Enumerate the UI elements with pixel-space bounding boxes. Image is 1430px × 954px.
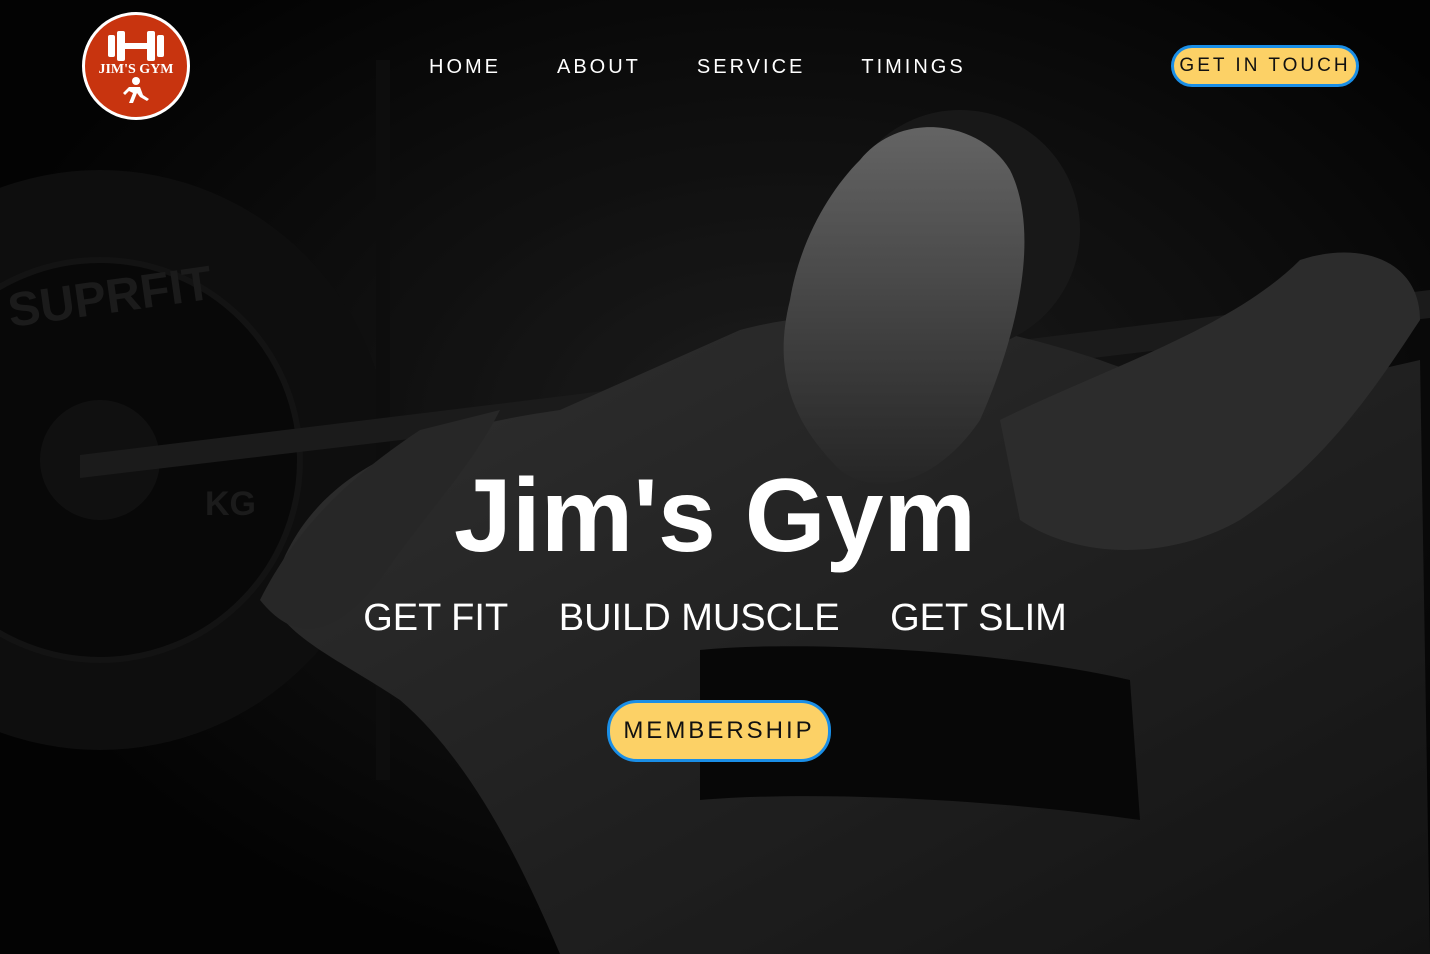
top-navigation: JIM'S GYM HOME ABOUT SERVICE TIMINGS GET… — [0, 0, 1430, 134]
nav-service-link[interactable]: SERVICE — [697, 55, 805, 79]
membership-button[interactable]: MEMBERSHIP — [607, 700, 831, 762]
nav-about-link[interactable]: ABOUT — [557, 55, 641, 79]
get-in-touch-button[interactable]: GET IN TOUCH — [1171, 45, 1359, 87]
hero-section: SUPRFIT KG JIM'S GYM HOME ABOUT SERVICE … — [0, 0, 1430, 954]
nav-links: HOME ABOUT SERVICE TIMINGS — [429, 55, 966, 79]
tagline-get-fit: GET FIT — [363, 597, 509, 639]
nav-timings-link[interactable]: TIMINGS — [861, 55, 965, 79]
hero-taglines: GET FIT BUILD MUSCLE GET SLIM — [0, 596, 1430, 640]
tagline-build-muscle: BUILD MUSCLE — [558, 597, 840, 639]
nav-home-link[interactable]: HOME — [429, 55, 501, 79]
brand-logo[interactable]: JIM'S GYM — [82, 12, 190, 120]
hero-title: Jim's Gym — [454, 458, 976, 574]
tagline-get-slim: GET SLIM — [890, 597, 1067, 639]
logo-text: JIM'S GYM — [98, 62, 174, 77]
